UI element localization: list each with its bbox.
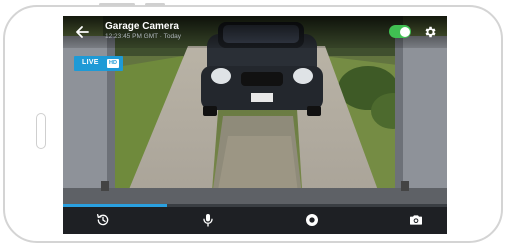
- live-badge: LIVE HD: [74, 56, 123, 71]
- camera-timestamp: 12:23:45 PM GMT · Today: [105, 33, 181, 40]
- bottom-toolbar: [63, 207, 447, 234]
- hd-badge[interactable]: HD: [107, 59, 119, 68]
- microphone-icon[interactable]: [200, 212, 216, 228]
- toggle-knob: [399, 26, 410, 37]
- camera-title: Garage Camera: [105, 21, 179, 32]
- arrow-left-icon[interactable]: [73, 23, 91, 41]
- record-icon[interactable]: [304, 212, 320, 228]
- camera-icon[interactable]: [408, 212, 424, 228]
- phone-volume-button: [99, 3, 135, 6]
- top-bar: Garage Camera 12:23:45 PM GMT · Today: [63, 16, 447, 48]
- phone-power-button: [145, 3, 165, 6]
- camera-enable-toggle[interactable]: [389, 25, 411, 38]
- gear-icon[interactable]: [423, 25, 437, 39]
- live-label: LIVE: [82, 59, 99, 66]
- history-icon[interactable]: [95, 212, 111, 228]
- home-button: [36, 113, 46, 149]
- app-screen: Garage Camera 12:23:45 PM GMT · Today LI…: [63, 16, 447, 234]
